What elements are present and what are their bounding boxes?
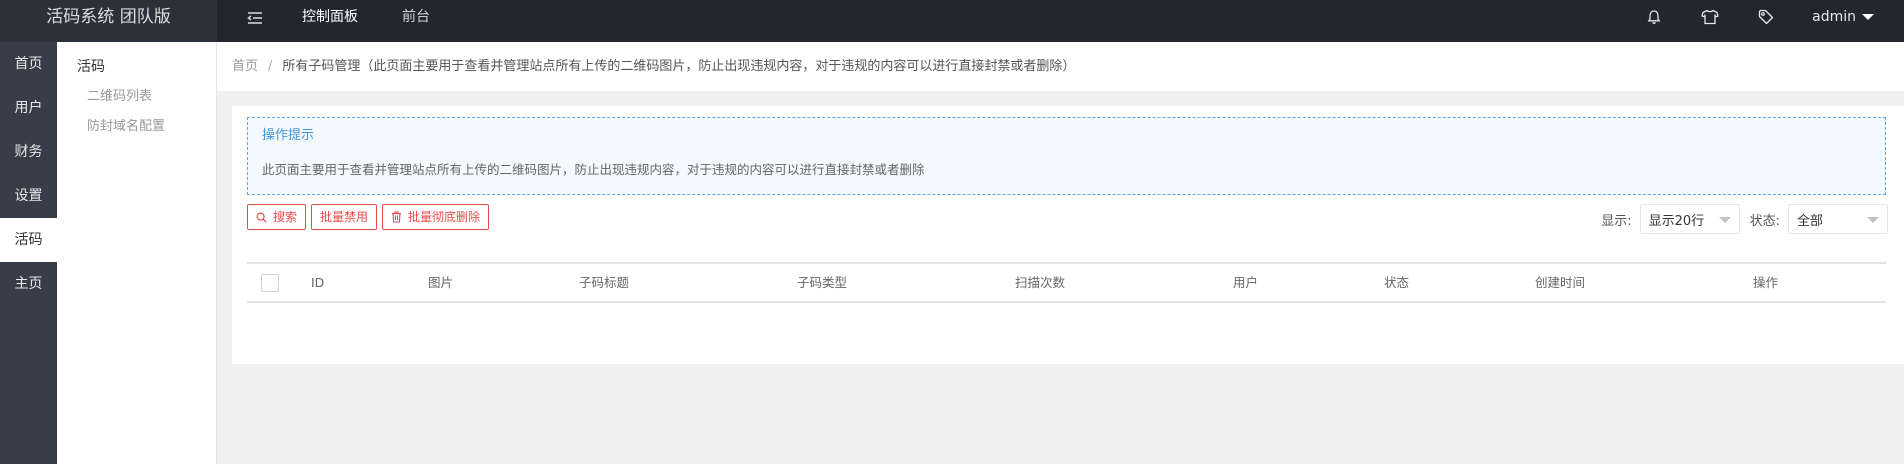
breadcrumb-home[interactable]: 首页	[232, 59, 258, 74]
chevron-down-icon	[1862, 14, 1874, 20]
main-sidebar: 首页 用户 财务 设置 活码 主页	[0, 42, 57, 464]
search-button-label: 搜索	[273, 210, 298, 224]
tips-title: 操作提示	[262, 128, 315, 143]
theme-shirt-icon[interactable]	[1699, 6, 1721, 28]
sidebar-item-finance[interactable]: 财务	[0, 130, 57, 174]
select-all-checkbox[interactable]	[261, 274, 279, 292]
column-header-scans[interactable]: 扫描次数	[1015, 264, 1065, 301]
rows-per-page-select[interactable]: 显示20行	[1639, 204, 1740, 234]
sidebar-item-home[interactable]: 首页	[0, 42, 57, 86]
search-button[interactable]: 搜索	[247, 204, 307, 230]
sidebar-item-settings[interactable]: 设置	[0, 174, 57, 218]
top-nav: 控制面板 前台	[280, 0, 452, 42]
notification-bell-icon[interactable]	[1643, 6, 1665, 28]
chevron-down-icon	[1718, 217, 1731, 223]
sidebar-item-livecode[interactable]: 活码	[0, 218, 57, 262]
chevron-down-icon	[1867, 217, 1879, 223]
top-right-tools: admin	[1626, 0, 1904, 42]
status-select[interactable]: 全部	[1788, 204, 1888, 234]
topnav-frontend[interactable]: 前台	[380, 0, 452, 42]
batch-delete-button[interactable]: 批量彻底删除	[382, 204, 490, 230]
operation-tips: 操作提示 此页面主要用于查看并管理站点所有上传的二维码图片，防止出现违规内容，对…	[247, 117, 1886, 195]
display-label: 显示:	[1601, 213, 1632, 229]
tips-text: 此页面主要用于查看并管理站点所有上传的二维码图片，防止出现违规内容，对于违规的内…	[262, 162, 925, 177]
breadcrumb-separator: /	[268, 59, 273, 74]
column-header-actions[interactable]: 操作	[1753, 264, 1778, 301]
column-header-user[interactable]: 用户	[1233, 264, 1258, 301]
topnav-dashboard[interactable]: 控制面板	[280, 0, 380, 42]
tag-icon[interactable]	[1755, 6, 1777, 28]
batch-ban-label: 批量禁用	[320, 210, 369, 224]
subnav-title: 活码	[77, 59, 105, 75]
column-header-created[interactable]: 创建时间	[1535, 264, 1585, 301]
username: admin	[1812, 9, 1856, 25]
batch-delete-label: 批量彻底删除	[408, 210, 481, 224]
breadcrumb: 首页 / 所有子码管理（此页面主要用于查看并管理站点所有上传的二维码图片，防止出现违…	[217, 42, 1904, 92]
toolbar: 搜索 批量禁用 批量彻底删除	[247, 204, 494, 232]
column-header-id[interactable]: ID	[311, 264, 324, 301]
menu-toggle-icon[interactable]	[244, 8, 266, 28]
sidebar-item-users[interactable]: 用户	[0, 86, 57, 130]
table-header: ID 图片 子码标题 子码类型 扫描次数 用户 状态 创建时间 操作	[247, 262, 1886, 303]
search-icon	[256, 212, 267, 223]
column-header-image[interactable]: 图片	[428, 264, 453, 301]
subnav-item-qrcode-list[interactable]: 二维码列表	[57, 82, 216, 112]
column-header-status[interactable]: 状态	[1384, 264, 1409, 301]
filters: 显示: 显示20行 状态: 全部	[1601, 204, 1888, 234]
subnav-item-domain-config[interactable]: 防封域名配置	[57, 112, 216, 142]
breadcrumb-current: 所有子码管理（此页面主要用于查看并管理站点所有上传的二维码图片，防止出现违规内容…	[282, 59, 1076, 74]
batch-ban-button[interactable]: 批量禁用	[311, 204, 378, 230]
column-header-title[interactable]: 子码标题	[579, 264, 629, 301]
content-card: 操作提示 此页面主要用于查看并管理站点所有上传的二维码图片，防止出现违规内容，对…	[232, 106, 1904, 364]
status-label: 状态:	[1749, 213, 1780, 229]
user-menu[interactable]: admin	[1812, 9, 1874, 25]
sidebar-item-homepage[interactable]: 主页	[0, 262, 57, 306]
status-value: 全部	[1797, 213, 1824, 229]
trash-icon	[391, 211, 402, 223]
column-header-type[interactable]: 子码类型	[797, 264, 847, 301]
app-logo: 活码系统 团队版	[0, 0, 217, 42]
sub-nav: 活码 二维码列表 防封域名配置	[57, 42, 217, 464]
top-bar: 活码系统 团队版 控制面板 前台 admin	[0, 0, 1904, 42]
rows-per-page-value: 显示20行	[1648, 213, 1705, 229]
